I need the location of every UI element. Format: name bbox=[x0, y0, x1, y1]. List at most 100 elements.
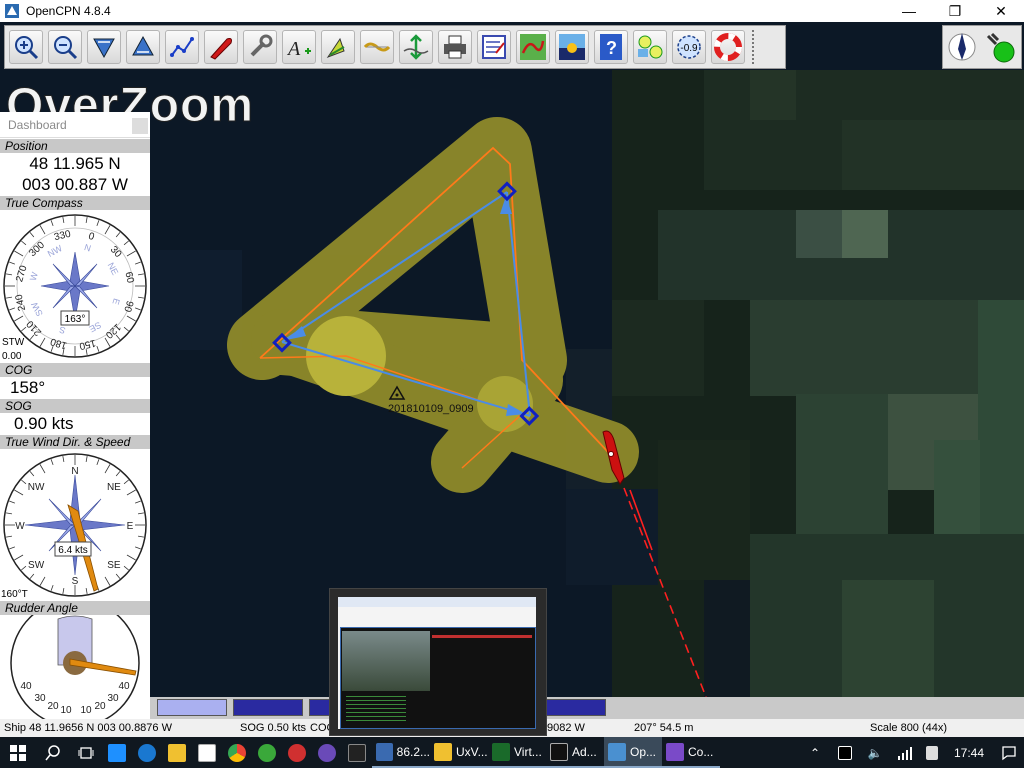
main-toolbar: A ? -0.9 bbox=[4, 25, 786, 69]
start-button[interactable] bbox=[0, 737, 36, 768]
tray-overflow-button[interactable]: ⌃ bbox=[800, 737, 830, 768]
zoom-in-icon bbox=[15, 36, 39, 60]
search-icon bbox=[45, 744, 60, 760]
dashboard-title: Dashboard bbox=[8, 117, 67, 132]
mob-button[interactable] bbox=[711, 30, 745, 64]
taskbar-app-6[interactable]: Co... bbox=[662, 737, 720, 768]
store-icon bbox=[108, 743, 126, 762]
taskbar-pin[interactable] bbox=[162, 737, 192, 768]
volume-icon: 🔈 bbox=[867, 745, 883, 760]
scale-down-icon bbox=[93, 38, 115, 59]
network-bars-icon bbox=[898, 746, 912, 760]
help-button[interactable]: ? bbox=[594, 30, 628, 64]
svg-text:?: ? bbox=[606, 38, 617, 58]
zoom-in-button[interactable] bbox=[9, 30, 43, 64]
help-icon: ? bbox=[600, 34, 622, 60]
window-title: OpenCPN 4.8.4 bbox=[26, 4, 111, 18]
task-view-icon bbox=[78, 746, 94, 759]
clock[interactable]: 17:44 bbox=[944, 737, 994, 768]
current-button[interactable] bbox=[321, 30, 355, 64]
action-center-button[interactable] bbox=[994, 737, 1024, 768]
ship-position-status: Ship 48 11.9656 N 003 00.8876 W bbox=[4, 722, 172, 734]
windows-logo-icon bbox=[10, 744, 26, 761]
taskbar-app-3[interactable]: Virt... bbox=[488, 737, 546, 768]
volume-button[interactable]: 🔈 bbox=[860, 737, 890, 768]
wind-speed: 6.4 kts bbox=[58, 545, 87, 556]
search-button[interactable] bbox=[36, 737, 70, 768]
app-icon bbox=[318, 743, 336, 762]
chrome-icon bbox=[228, 743, 246, 762]
edge-icon bbox=[138, 743, 156, 762]
taskbar-pin[interactable] bbox=[312, 737, 342, 768]
track-button[interactable] bbox=[516, 30, 550, 64]
keyboard-icon bbox=[926, 745, 938, 760]
waypoint-label: 201810109_0909 bbox=[388, 403, 474, 415]
taskbar-app-4[interactable]: Ad... bbox=[546, 737, 604, 768]
scale-up-icon bbox=[132, 35, 154, 56]
rotation-icon: -0.9 bbox=[677, 35, 701, 59]
route-manager-button[interactable] bbox=[477, 30, 511, 64]
zoom-out-icon bbox=[54, 36, 78, 60]
notification-icon bbox=[1002, 745, 1016, 760]
true-compass-instrument: 150 180 210 240 270 300 330 0 30 60 90 120 SE S SW W NW… bbox=[0, 210, 150, 362]
tide-level-button[interactable] bbox=[399, 30, 433, 64]
arrival-circle-2 bbox=[477, 376, 533, 432]
dashboard-menu-button[interactable] bbox=[132, 118, 148, 134]
rotation-button[interactable]: -0.9 bbox=[672, 30, 706, 64]
color-scheme-button[interactable] bbox=[555, 30, 589, 64]
chart-bar-segment[interactable] bbox=[309, 699, 331, 716]
terminal-icon bbox=[492, 742, 510, 761]
taskbar-app-1[interactable]: 86.2... bbox=[372, 737, 430, 768]
wind-cardinal-label: NW bbox=[28, 482, 45, 493]
chart-bar-segment[interactable] bbox=[538, 699, 606, 716]
taskbar-pin[interactable] bbox=[192, 737, 222, 768]
keyboard-layout-button[interactable] bbox=[920, 737, 944, 768]
taskbar-thumbnail-preview[interactable]: ✕ bbox=[329, 588, 547, 736]
auto-follow-icon bbox=[210, 38, 232, 60]
cog-value: 158° bbox=[10, 378, 46, 397]
gps-status-icon bbox=[986, 32, 1014, 63]
wind-direction: 160°T bbox=[1, 589, 28, 600]
dashboard-header[interactable]: Dashboard bbox=[0, 112, 150, 138]
taskbar-pin[interactable] bbox=[222, 737, 252, 768]
north-up-compass-icon[interactable] bbox=[947, 30, 977, 64]
rudder-label: 30 bbox=[107, 693, 119, 704]
toolbar-grip[interactable] bbox=[752, 30, 758, 64]
print-button[interactable] bbox=[438, 30, 472, 64]
minimize-button[interactable]: — bbox=[886, 0, 932, 22]
cog-caption: COG bbox=[0, 362, 150, 377]
taskbar-pin[interactable] bbox=[282, 737, 312, 768]
thumbnail-screen bbox=[338, 597, 536, 729]
tide-level-icon bbox=[403, 34, 429, 60]
text-button[interactable]: A bbox=[282, 30, 316, 64]
route-manager-icon bbox=[482, 35, 506, 59]
network-button[interactable] bbox=[890, 737, 920, 768]
close-button[interactable]: ✕ bbox=[978, 0, 1024, 22]
color-scheme-icon bbox=[559, 34, 585, 60]
scale-down-button[interactable] bbox=[87, 30, 121, 64]
settings-button[interactable] bbox=[243, 30, 277, 64]
dashboard-button[interactable] bbox=[633, 30, 667, 64]
dashboard-panel: Dashboard Position 48 11.965 N 003 00.88… bbox=[0, 112, 150, 730]
zoom-out-button[interactable] bbox=[48, 30, 82, 64]
taskbar-pin[interactable] bbox=[132, 737, 162, 768]
taskbar-app-5[interactable]: Op... bbox=[604, 737, 662, 768]
chart-bar-segment[interactable] bbox=[157, 699, 227, 716]
opencpn-app-icon bbox=[5, 4, 19, 18]
true-wind-instrument: N NE E SE S SW W NW 6.4 kts 160°T bbox=[0, 449, 150, 600]
rudder-caption: Rudder Angle bbox=[0, 600, 150, 615]
taskbar-app-2[interactable]: UxV... bbox=[430, 737, 488, 768]
taskbar-pin[interactable] bbox=[252, 737, 282, 768]
maximize-button[interactable]: ❐ bbox=[932, 0, 978, 22]
route-button[interactable] bbox=[165, 30, 199, 64]
tide-button[interactable] bbox=[360, 30, 394, 64]
tray-app-button[interactable] bbox=[830, 737, 860, 768]
chart-bar-segment[interactable] bbox=[233, 699, 303, 716]
auto-follow-button[interactable] bbox=[204, 30, 238, 64]
task-view-button[interactable] bbox=[70, 737, 102, 768]
chart-bar[interactable] bbox=[150, 697, 1024, 719]
taskbar-pin[interactable] bbox=[102, 737, 132, 768]
taskbar-pin[interactable] bbox=[342, 737, 372, 768]
scale-up-button[interactable] bbox=[126, 30, 160, 64]
notepad-icon bbox=[198, 743, 216, 762]
